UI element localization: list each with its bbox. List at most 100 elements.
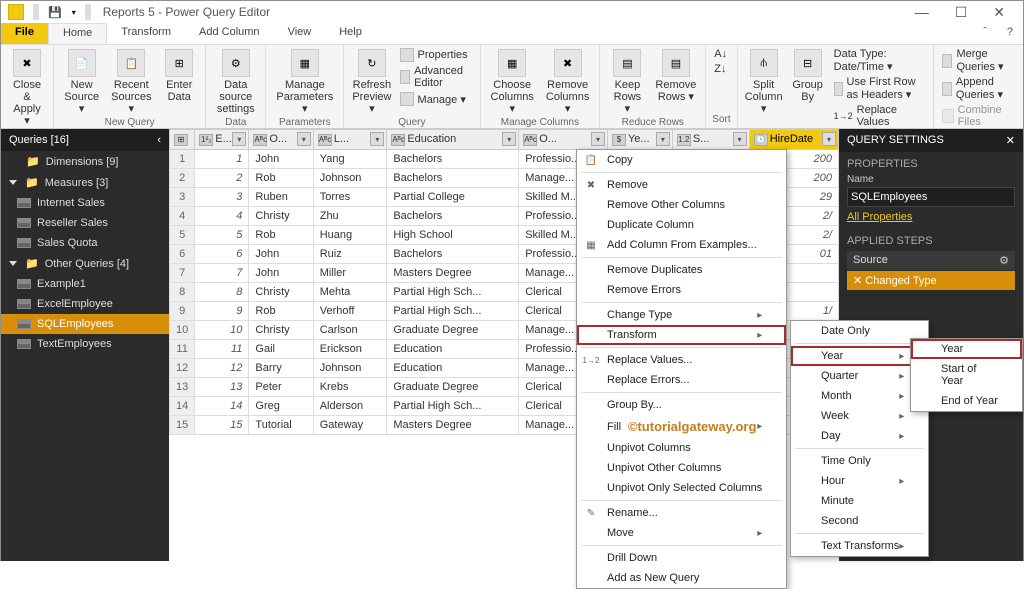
menu-remove-other[interactable]: Remove Other Columns xyxy=(577,195,786,215)
close-button[interactable]: ✕ xyxy=(987,4,1011,21)
tab-home[interactable]: Home xyxy=(48,23,107,44)
manage-parameters-button[interactable]: ▦ManageParameters ▾ xyxy=(272,47,337,117)
close-apply-button[interactable]: ✖Close &Apply ▾ xyxy=(7,47,47,129)
type-icon[interactable]: 1.2 xyxy=(677,134,691,146)
tab-view[interactable]: View xyxy=(274,23,326,44)
applied-step[interactable]: ✕ Changed Type xyxy=(847,271,1015,290)
refresh-preview-button[interactable]: ↻RefreshPreview ▾ xyxy=(350,47,393,117)
column-header[interactable]: AᴮᴄO...▾ xyxy=(519,130,608,150)
menu-rename[interactable]: ✎Rename... xyxy=(577,503,786,523)
split-column-button[interactable]: ⫛SplitColumn ▾ xyxy=(744,47,784,117)
menu-unpivot-selected[interactable]: Unpivot Only Selected Columns xyxy=(577,478,786,498)
menu-unpivot[interactable]: Unpivot Columns xyxy=(577,438,786,458)
query-item[interactable]: TextEmployees xyxy=(1,334,169,354)
advanced-editor-button[interactable]: Advanced Editor xyxy=(398,64,474,90)
menu-drill-down[interactable]: Drill Down xyxy=(577,548,786,568)
menu-replace-errors[interactable]: Replace Errors... xyxy=(577,370,786,390)
query-item[interactable]: ExcelEmployee xyxy=(1,294,169,314)
submenu-start-of-year[interactable]: Start of Year xyxy=(911,359,1022,391)
recent-sources-button[interactable]: 📋RecentSources ▾ xyxy=(107,47,155,117)
column-header[interactable]: AᴮᴄO...▾ xyxy=(249,130,313,150)
menu-copy[interactable]: 📋Copy xyxy=(577,150,786,170)
type-icon[interactable]: 🕒 xyxy=(754,134,768,146)
manage-button[interactable]: Manage ▾ xyxy=(398,91,474,107)
save-icon[interactable]: 💾 xyxy=(45,6,65,19)
tab-help[interactable]: Help xyxy=(325,23,376,44)
sort-asc-button[interactable]: A↓ xyxy=(712,47,729,61)
all-properties-link[interactable]: All Properties xyxy=(847,211,912,223)
submenu-time-only[interactable]: Time Only xyxy=(791,451,928,471)
menu-unpivot-other[interactable]: Unpivot Other Columns xyxy=(577,458,786,478)
table-icon[interactable]: ⊞ xyxy=(174,134,188,146)
menu-change-type[interactable]: Change Type▸ xyxy=(577,305,786,325)
column-header[interactable]: ⊞ xyxy=(170,130,195,150)
menu-fill[interactable]: Fill©tutorialgateway.org▸ xyxy=(577,415,786,438)
merge-queries-button[interactable]: Merge Queries ▾ xyxy=(940,47,1017,74)
submenu-week[interactable]: Week▸ xyxy=(791,406,928,426)
replace-values-button[interactable]: 1→2Replace Values xyxy=(832,103,927,129)
remove-rows-button[interactable]: ▤RemoveRows ▾ xyxy=(653,47,700,105)
query-folder[interactable]: 📁Dimensions [9] xyxy=(1,151,169,172)
column-header[interactable]: AᴮᴄEducation▾ xyxy=(387,130,519,150)
combine-files-button[interactable]: Combine Files xyxy=(940,103,1017,129)
remove-columns-button[interactable]: ✖RemoveColumns ▾ xyxy=(542,47,593,117)
query-item[interactable]: Example1 xyxy=(1,274,169,294)
sort-desc-button[interactable]: Z↓ xyxy=(712,62,729,76)
filter-dropdown-icon[interactable]: ▾ xyxy=(591,132,605,146)
menu-group-by[interactable]: Group By... xyxy=(577,395,786,415)
type-icon[interactable]: Aᴮᴄ xyxy=(523,134,537,146)
maximize-button[interactable]: ☐ xyxy=(949,4,974,21)
type-icon[interactable]: Aᴮᴄ xyxy=(318,134,332,146)
filter-dropdown-icon[interactable]: ▾ xyxy=(733,132,747,146)
close-settings-icon[interactable]: ✕ xyxy=(1006,134,1015,147)
filter-dropdown-icon[interactable]: ▾ xyxy=(370,132,384,146)
tab-transform[interactable]: Transform xyxy=(107,23,185,44)
query-item[interactable]: Reseller Sales xyxy=(1,213,169,233)
query-item[interactable]: Sales Quota xyxy=(1,233,169,253)
filter-dropdown-icon[interactable]: ▾ xyxy=(656,132,670,146)
menu-replace-values[interactable]: 1→2Replace Values... xyxy=(577,350,786,370)
type-icon[interactable]: $ xyxy=(612,134,626,146)
keep-rows-button[interactable]: ▤KeepRows ▾ xyxy=(606,47,648,117)
tab-file[interactable]: File xyxy=(1,23,48,44)
submenu-second[interactable]: Second xyxy=(791,511,928,531)
menu-duplicate[interactable]: Duplicate Column xyxy=(577,215,786,235)
submenu-date-only[interactable]: Date Only xyxy=(791,321,928,341)
first-row-headers-button[interactable]: Use First Row as Headers ▾ xyxy=(832,75,927,102)
menu-remove-dup[interactable]: Remove Duplicates xyxy=(577,260,786,280)
column-header[interactable]: $Ye...▾ xyxy=(607,130,672,150)
submenu-end-of-year[interactable]: End of Year xyxy=(911,391,1022,411)
column-header[interactable]: 🕒HireDate▾ xyxy=(749,130,838,150)
query-item[interactable]: SQLEmployees xyxy=(1,314,169,334)
query-name-input[interactable] xyxy=(847,187,1015,207)
column-header[interactable]: 1²₃E...▾ xyxy=(195,130,249,150)
type-icon[interactable]: 1²₃ xyxy=(199,134,213,146)
enter-data-button[interactable]: ⊞EnterData xyxy=(159,47,199,105)
submenu-text-transforms[interactable]: Text Transforms▸ xyxy=(791,536,928,556)
type-icon[interactable]: Aᴮᴄ xyxy=(391,134,405,146)
minimize-button[interactable]: — xyxy=(909,4,935,21)
menu-add-new-query[interactable]: Add as New Query xyxy=(577,568,786,588)
menu-move[interactable]: Move▸ xyxy=(577,523,786,543)
column-header[interactable]: AᴮᴄL...▾ xyxy=(313,130,387,150)
menu-add-example[interactable]: ▦Add Column From Examples... xyxy=(577,235,786,255)
menu-remove[interactable]: ✖Remove xyxy=(577,175,786,195)
query-item[interactable]: Internet Sales xyxy=(1,193,169,213)
submenu-hour[interactable]: Hour▸ xyxy=(791,471,928,491)
menu-remove-err[interactable]: Remove Errors xyxy=(577,280,786,300)
choose-columns-button[interactable]: ▦ChooseColumns ▾ xyxy=(487,47,538,117)
submenu-month[interactable]: Month▸ xyxy=(791,386,928,406)
group-by-button[interactable]: ⊟GroupBy xyxy=(788,47,828,105)
submenu-minute[interactable]: Minute xyxy=(791,491,928,511)
column-header[interactable]: 1.2S...▾ xyxy=(672,130,749,150)
properties-button[interactable]: Properties xyxy=(398,47,474,63)
submenu-quarter[interactable]: Quarter▸ xyxy=(791,366,928,386)
collapse-queries-icon[interactable]: ‹ xyxy=(157,134,161,146)
append-queries-button[interactable]: Append Queries ▾ xyxy=(940,75,1017,102)
filter-dropdown-icon[interactable]: ▾ xyxy=(502,132,516,146)
data-source-settings-button[interactable]: ⚙Data sourcesettings xyxy=(212,47,259,117)
filter-dropdown-icon[interactable]: ▾ xyxy=(232,132,246,146)
filter-dropdown-icon[interactable]: ▾ xyxy=(822,132,836,146)
type-icon[interactable]: Aᴮᴄ xyxy=(253,134,267,146)
submenu-year[interactable]: Year▸ xyxy=(791,346,928,366)
